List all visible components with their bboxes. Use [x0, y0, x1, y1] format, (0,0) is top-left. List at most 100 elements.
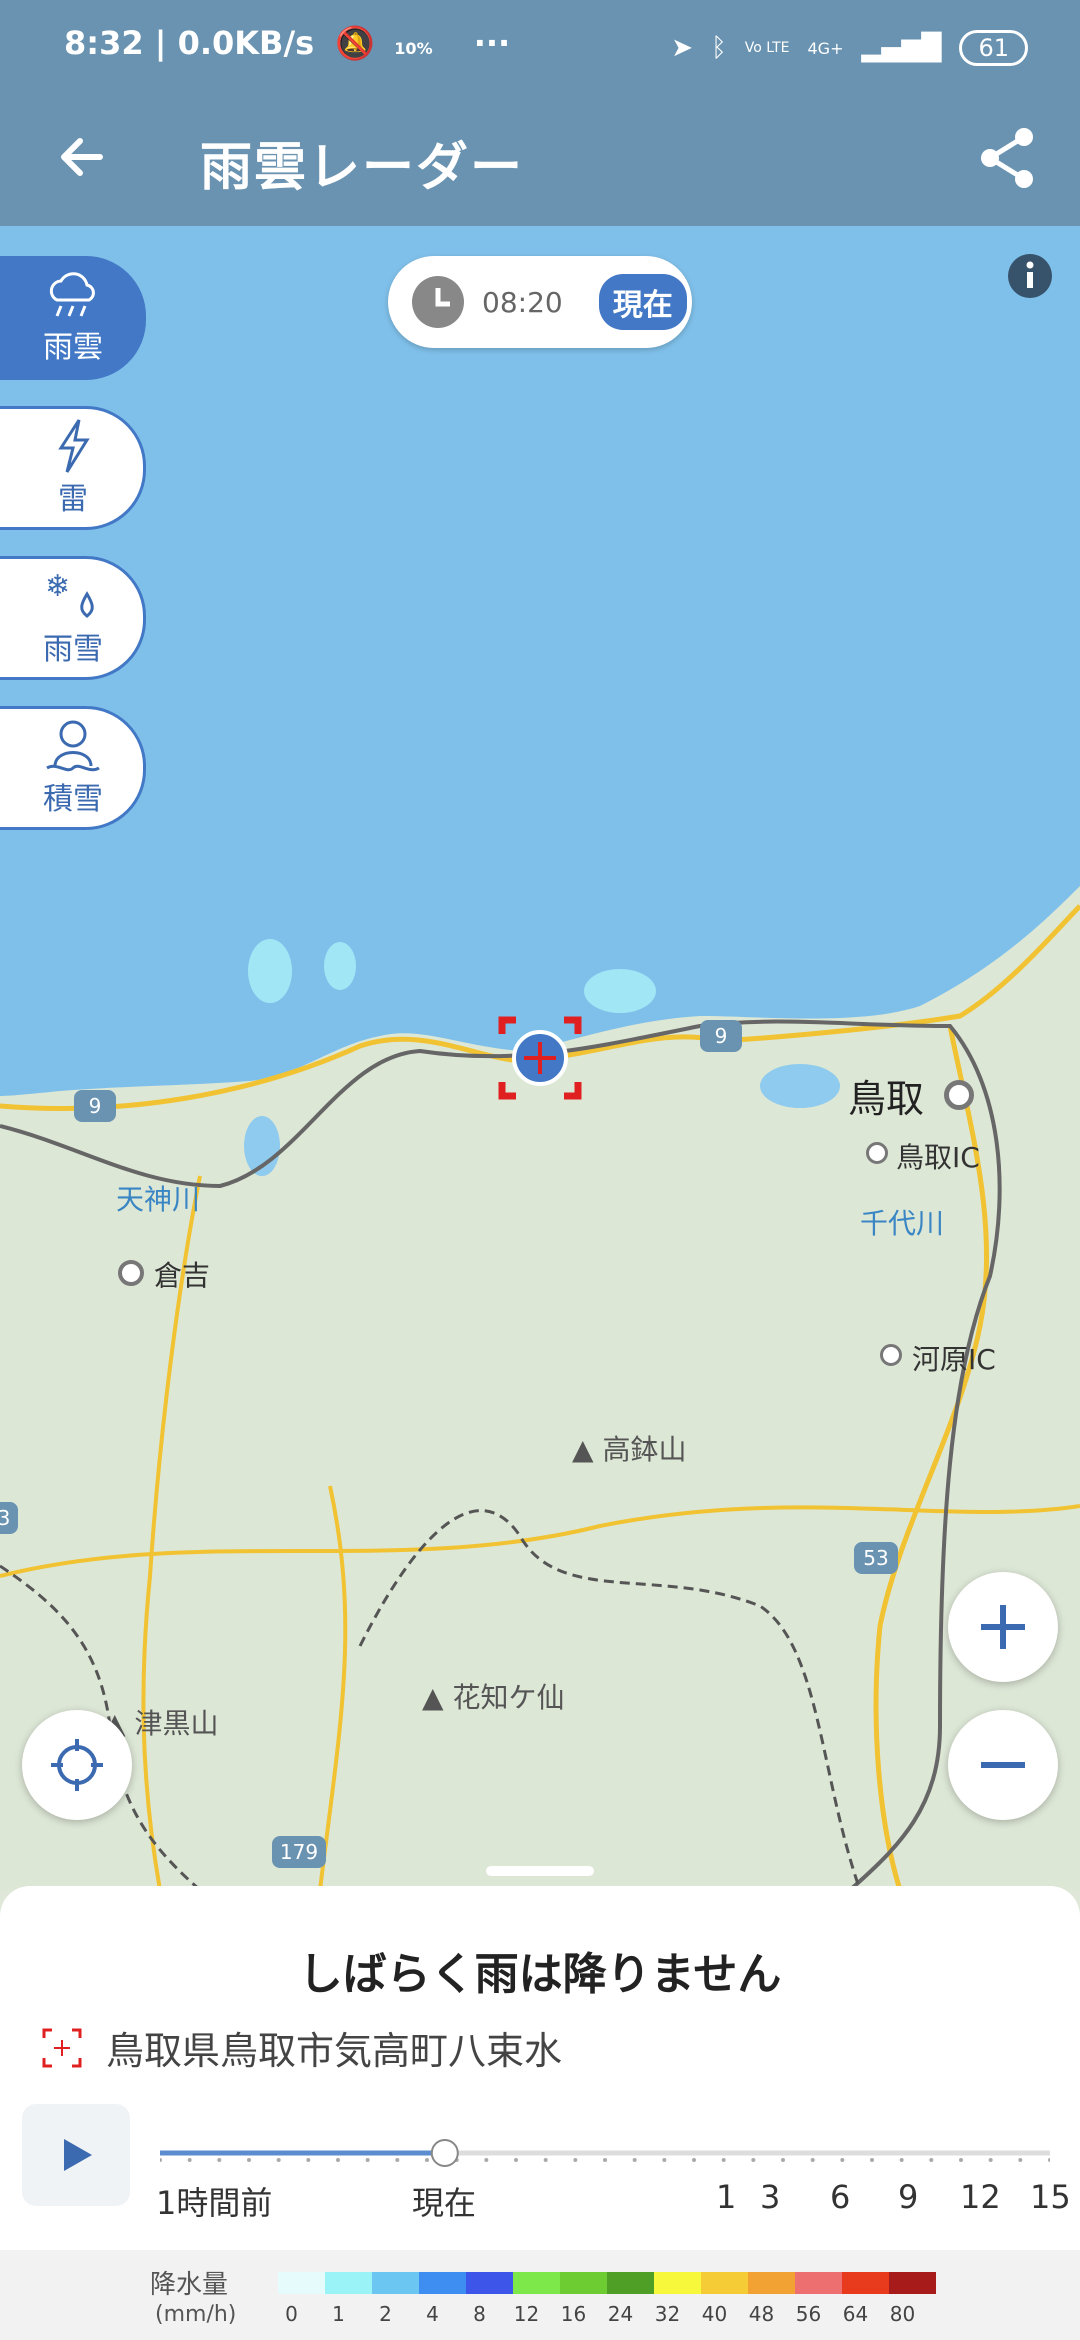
- my-location-button[interactable]: [22, 1710, 132, 1820]
- back-arrow-icon[interactable]: [50, 125, 114, 189]
- legend-value: 48: [748, 2302, 775, 2326]
- address-text: 鳥取県鳥取市気高町八束水: [106, 2029, 563, 2073]
- legend-swatch: [842, 2272, 889, 2294]
- legend-swatch: [748, 2272, 795, 2294]
- slider-dot: [781, 2158, 785, 2162]
- slider-tick: 15: [1030, 2178, 1071, 2216]
- route-shield: 9: [700, 1020, 742, 1052]
- legend-swatch: [560, 2272, 607, 2294]
- slider-dot: [425, 2158, 429, 2162]
- status-time-speed: 8:32 | 0.0KB/s: [64, 24, 315, 62]
- legend-swatch: [607, 2272, 654, 2294]
- mute-icon: 🔕: [335, 24, 376, 62]
- layer-label: 雷: [58, 482, 88, 517]
- city-marker: [118, 1260, 144, 1286]
- layer-label: 雨雪: [43, 632, 103, 667]
- slider-dot: [751, 2158, 756, 2162]
- slider-dot: [721, 2158, 726, 2162]
- slider-tick: 12: [960, 2178, 1001, 2216]
- legend-swatch: [701, 2272, 748, 2294]
- legend-swatches: [278, 2272, 936, 2294]
- slider-dot: [217, 2158, 222, 2162]
- layer-rain-cloud[interactable]: 雨雲: [0, 256, 146, 380]
- slider-dot: [187, 2158, 192, 2162]
- slider-dot: [276, 2158, 281, 2162]
- slider-dot: [692, 2158, 696, 2162]
- radar-time-pill[interactable]: 08:20 現在: [388, 256, 692, 348]
- share-icon[interactable]: [972, 123, 1042, 193]
- slider-dot: [662, 2158, 667, 2162]
- layer-snow-rain[interactable]: ❄ 雨雪: [0, 556, 146, 680]
- legend-swatch: [795, 2272, 842, 2294]
- slider-dot: [573, 2158, 578, 2162]
- radar-map[interactable]: 鳥取 鳥取IC 千代川 河原IC 天神川 倉吉 ▲ 高鉢山 ▲ 花知ケ仙 ▲ 津…: [0, 226, 1080, 1890]
- layer-lightning[interactable]: 雷: [0, 406, 146, 530]
- slider-dot: [1048, 2158, 1050, 2162]
- slider-tick: 9: [898, 2178, 919, 2216]
- slider-dot: [632, 2158, 637, 2162]
- city-marker: [944, 1080, 974, 1110]
- battery-indicator: 61: [959, 30, 1028, 66]
- address-row: 鳥取県鳥取市気高町八束水: [42, 2020, 562, 2075]
- legend-swatch: [325, 2272, 372, 2294]
- app-bar: 雨雲レーダー: [0, 95, 1080, 226]
- legend-title: 降水量: [150, 2270, 229, 2300]
- slider-dot: [929, 2158, 934, 2162]
- signal-icon: ▂▄▆█: [861, 33, 942, 63]
- sheet-drag-handle[interactable]: [486, 1866, 594, 1876]
- legend-swatch: [419, 2272, 466, 2294]
- slider-tick: 6: [830, 2178, 851, 2216]
- slider-dot: [870, 2158, 874, 2162]
- legend-swatch: [278, 2272, 325, 2294]
- minus-icon: [981, 1762, 1025, 1768]
- svg-text:❄: ❄: [45, 569, 70, 604]
- slider-dot: [395, 2158, 400, 2162]
- page-title: 雨雲レーダー: [200, 138, 525, 198]
- slider-dot: [810, 2158, 815, 2162]
- status-right: ➤ ᛒ Vo LTE 4G+ ▂▄▆█ 61: [671, 30, 1028, 66]
- slider-dot: [336, 2158, 340, 2162]
- place-tenjingawa: 天神川: [116, 1183, 201, 1216]
- play-icon: [64, 2139, 92, 2171]
- slider-dot: [543, 2158, 548, 2162]
- crosshair-icon: [51, 1739, 103, 1791]
- place-kurayoshi: 倉吉: [154, 1259, 211, 1292]
- forecast-headline: しばらく雨は降りません: [298, 1949, 782, 2000]
- location-marker-icon: [498, 1016, 582, 1100]
- slider-thumb[interactable]: [430, 2139, 459, 2167]
- now-badge[interactable]: 現在: [598, 274, 687, 330]
- slider-dot: [959, 2158, 963, 2162]
- radar-time: 08:20: [482, 285, 563, 319]
- status-bar: 8:32 | 0.0KB/s 🔕 10% ··· ➤ ᛒ Vo LTE 4G+ …: [0, 0, 1080, 95]
- slider-dot: [160, 2158, 162, 2162]
- lightning-icon: [58, 419, 90, 473]
- legend-unit: (mm/h): [155, 2302, 237, 2327]
- volte-icon: Vo LTE: [744, 40, 790, 56]
- precipitation-legend: 降水量 (mm/h) 0 1 2 4 8 12 16 24 32 40 48 56 64 80: [0, 2250, 1080, 2340]
- legend-value: 56: [795, 2302, 822, 2326]
- location-target-icon: [42, 2028, 82, 2067]
- slider-dot: [514, 2158, 518, 2162]
- bluetooth-icon: ᛒ: [711, 33, 727, 63]
- slider-dot: [484, 2158, 489, 2162]
- legend-value: 8: [473, 2302, 486, 2326]
- legend-value: 0: [285, 2302, 298, 2326]
- slider-tick: 1: [716, 2178, 737, 2216]
- slider-dot: [247, 2158, 251, 2162]
- mountain-takahachi: ▲ 高鉢山: [572, 1433, 687, 1466]
- zoom-out-button[interactable]: [948, 1710, 1058, 1820]
- route-shield: 179: [272, 1836, 326, 1868]
- place-kawahara-ic: 河原IC: [912, 1343, 996, 1376]
- zoom-in-button[interactable]: [948, 1572, 1058, 1682]
- play-button[interactable]: [22, 2104, 130, 2206]
- legend-value: 32: [654, 2302, 681, 2326]
- legend-value: 12: [513, 2302, 540, 2326]
- network-type: 4G+: [807, 38, 844, 58]
- time-slider[interactable]: [160, 2138, 1050, 2168]
- legend-value: 2: [379, 2302, 392, 2326]
- legend-swatch: [654, 2272, 701, 2294]
- info-icon[interactable]: [1008, 254, 1052, 298]
- layer-snow-depth[interactable]: 積雪: [0, 706, 146, 830]
- legend-swatch: [372, 2272, 419, 2294]
- legend-value: 24: [607, 2302, 634, 2326]
